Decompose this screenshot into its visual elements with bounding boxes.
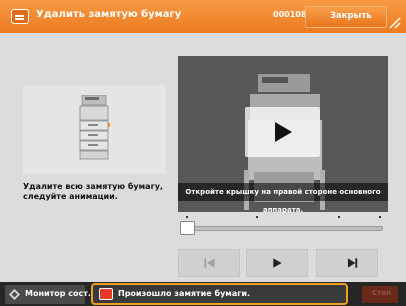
status-monitor-icon [9,289,20,300]
timeline-tick [256,216,258,218]
machine-location-image [23,85,166,174]
error-code: 000108 [273,10,307,19]
skip-previous-button[interactable] [178,249,240,277]
skip-next-button[interactable] [316,249,378,277]
title-bar: Удалить замятую бумагу 000108 Закрыть [0,0,406,33]
close-button-label: Закрыть [330,11,372,21]
play-icon [275,122,292,142]
paper-jam-icon [11,9,29,24]
timeline-tick [186,216,188,218]
stop-button-label: Стоп [372,289,391,297]
skip-previous-icon [204,258,215,268]
status-monitor-label: Монитор сост. [25,289,91,298]
error-message[interactable]: Произошло замятие бумаги. [91,283,348,305]
animation-caption: Откройте крышку на правой стороне основн… [178,183,388,214]
screen-title: Удалить замятую бумагу [36,9,182,20]
progress-slider-thumb[interactable] [180,221,195,235]
timeline-ticks [180,214,386,222]
status-monitor-button[interactable]: Монитор сост. [5,285,91,304]
error-icon [99,288,113,300]
skip-next-icon [347,258,358,268]
resize-icon [389,17,401,29]
status-bar: Монитор сост. Произошло замятие бумаги. … [0,282,406,306]
close-button[interactable]: Закрыть [305,6,387,28]
play-button[interactable] [246,249,308,277]
printer-illustration [79,95,110,160]
timeline-tick [379,216,381,218]
stop-button[interactable]: Стоп [362,286,398,303]
paper-jam-screen: Удалить замятую бумагу 000108 Закрыть Уд… [0,0,406,306]
play-icon [273,258,282,268]
timeline-tick [338,216,340,218]
instruction-text: Удалите всю замятую бумагу, следуйте ани… [23,182,164,201]
animation-player[interactable]: Откройте крышку на правой стороне основн… [178,56,388,214]
error-message-text: Произошло замятие бумаги. [118,289,251,298]
progress-slider-track[interactable] [183,226,383,231]
play-overlay-button[interactable] [245,107,320,157]
